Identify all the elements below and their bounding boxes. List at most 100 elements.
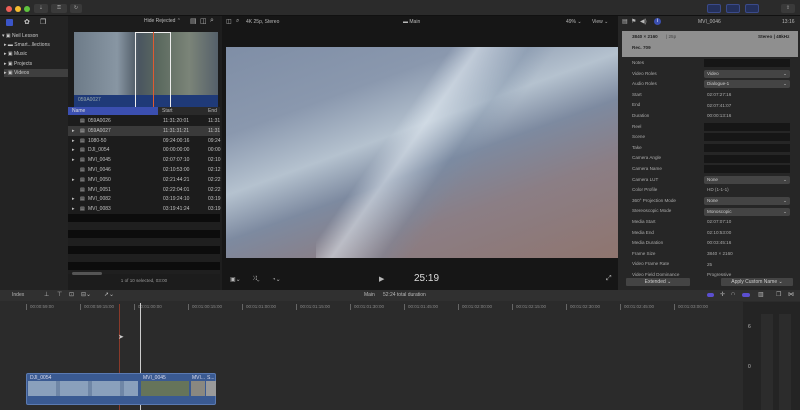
- clip-end: 03:19: [208, 196, 221, 203]
- crop-menu-icon[interactable]: ▣⌄: [230, 276, 241, 283]
- transform-menu-icon[interactable]: ⤨⌄: [252, 276, 260, 283]
- list-item[interactable]: ▸ ▤ MVI_0083 03:19:41:24 03:19: [68, 204, 221, 214]
- field-input[interactable]: [704, 154, 790, 163]
- effects-browser-icon[interactable]: ❐: [776, 291, 781, 298]
- column-end[interactable]: End: [208, 107, 217, 115]
- timeline-ruler[interactable]: 00:00:59:00 00:00:59:15:00 00:01:00:00 00:0…: [0, 290, 745, 314]
- column-start[interactable]: Start: [162, 107, 173, 115]
- close-button[interactable]: [6, 6, 12, 12]
- libraries-icon[interactable]: [6, 19, 13, 26]
- list-item[interactable]: ▸ ▤ 059A0027 11:31:31:21 11:31: [68, 125, 220, 136]
- list-item[interactable]: ▤ MVI_0051 02:22:04:01 02:22: [68, 185, 221, 195]
- clip-appearance-icon[interactable]: ▤: [190, 17, 197, 25]
- clip-start: 11:31:20:01: [163, 118, 190, 124]
- disclosure-triangle-icon[interactable]: ▸: [72, 136, 75, 146]
- show-timeline-button[interactable]: [726, 4, 740, 13]
- field-label: Video Frame Rate: [632, 261, 670, 267]
- column-name[interactable]: Name: [68, 107, 158, 115]
- primary-storyline[interactable]: DJI_0054 MVI_0045 MVI... S...: [26, 373, 216, 405]
- timeline-clip[interactable]: S...: [206, 374, 216, 406]
- item-label: Projects: [14, 61, 33, 67]
- list-item[interactable]: ▸ ▤ 1080-50 09:24:00:16 09:24: [68, 136, 221, 146]
- field-input[interactable]: [704, 133, 790, 142]
- chevron-down-icon: ⌄: [783, 176, 787, 182]
- key-icon[interactable]: ⚿: [51, 4, 67, 13]
- metadata-row: Camera Angle: [618, 153, 800, 164]
- timeline-clip[interactable]: DJI_0054: [27, 374, 139, 406]
- field-value-text: 00:00:13:16: [707, 113, 732, 119]
- clip-icon: ▤: [80, 186, 85, 193]
- info-inspector-tab[interactable]: i: [654, 18, 661, 25]
- clip-start: 02:22:04:01: [163, 186, 190, 193]
- show-browser-button[interactable]: [707, 4, 721, 13]
- list-item[interactable]: ▸ ▤ MVI_0050 02:21:44:21 02:22: [68, 175, 221, 185]
- disclosure-triangle-icon[interactable]: ▸: [72, 204, 75, 214]
- search-icon[interactable]: ⌕: [210, 17, 214, 25]
- sidebar-item-smart-collections[interactable]: ▸ ▬ Smart...llections: [4, 41, 68, 49]
- field-dropdown[interactable]: Video ⌄: [704, 69, 790, 78]
- metadata-row: Stereoscopic Mode Monoscopic ⌄: [618, 206, 800, 217]
- disclosure-triangle-icon[interactable]: ▸: [72, 145, 75, 155]
- info-flag-tab[interactable]: ⚑: [631, 18, 636, 25]
- sidebar-item-projects[interactable]: ▸ ▣ Projects: [4, 60, 68, 68]
- field-dropdown[interactable]: None ⌄: [704, 197, 790, 206]
- ruler-tick: 00:01:01:00:00: [242, 304, 276, 310]
- list-item[interactable]: ▤ 059A0026 11:31:20:01 11:31: [68, 116, 220, 126]
- filter-dropdown[interactable]: Hide Rejected ⌃: [144, 18, 181, 24]
- field-label: Media End: [632, 229, 654, 235]
- viewer-layout-icon[interactable]: ◫: [226, 18, 232, 25]
- apply-custom-name-button[interactable]: Apply Custom Name ⌄: [721, 278, 793, 286]
- share-icon[interactable]: ⇪: [781, 4, 795, 13]
- horizontal-scrollbar[interactable]: [72, 272, 102, 275]
- metadata-row: Frame Size 3840 × 2160: [618, 249, 800, 260]
- transitions-icon[interactable]: ⋈: [788, 291, 794, 298]
- show-inspector-button[interactable]: [745, 4, 759, 13]
- fullscreen-icon[interactable]: ⤢: [606, 275, 612, 283]
- disclosure-triangle-icon[interactable]: ▸: [72, 155, 75, 165]
- titles-icon[interactable]: ❐: [40, 19, 46, 26]
- speed-menu-icon[interactable]: ◔⌄: [272, 276, 281, 283]
- sidebar-item-music[interactable]: ▸ ▣ Music: [4, 50, 68, 58]
- frame-rate: | 25p: [666, 34, 677, 39]
- field-dropdown[interactable]: Dialogue-1 ⌄: [704, 80, 790, 89]
- download-icon[interactable]: ⇣: [34, 4, 48, 13]
- field-dropdown[interactable]: Monoscopic ⌄: [704, 207, 790, 216]
- zoom-dropdown[interactable]: 49% ⌄: [566, 19, 582, 25]
- metadata-view-dropdown[interactable]: Extended ⌄: [626, 278, 690, 286]
- clip-appearance-icon[interactable]: ▥: [758, 291, 764, 298]
- clip-start: 11:31:31:21: [163, 127, 190, 134]
- photos-icon[interactable]: ✿: [24, 19, 30, 26]
- minimize-button[interactable]: [15, 6, 21, 12]
- sync-icon[interactable]: ↻: [70, 4, 82, 13]
- inspector: ▤ ⚑ ◀) i MVI_0046 13:16 3840 × 2160 | 25…: [618, 16, 800, 290]
- ruler-tick: 00:00:59:00: [26, 304, 54, 310]
- video-frame[interactable]: [226, 47, 618, 258]
- disclosure-triangle-icon[interactable]: ▸: [72, 175, 75, 185]
- field-input[interactable]: [704, 122, 790, 131]
- viewer-search-icon[interactable]: ⌕: [236, 18, 239, 25]
- disclosure-triangle-icon[interactable]: ▸: [72, 126, 75, 136]
- chevron-down-icon: ⌄: [783, 70, 787, 76]
- view-menu[interactable]: View ⌄: [592, 19, 608, 25]
- list-item[interactable]: ▤ MVI_0046 02:10:53:00 02:12: [68, 165, 221, 175]
- filmstrip-icon[interactable]: ◫: [200, 17, 207, 25]
- ruler-tick: 00:01:02:30:00: [566, 304, 600, 310]
- library-item[interactable]: ▾ ▣ Neil Lesson: [2, 32, 66, 40]
- field-input[interactable]: [704, 144, 790, 153]
- video-inspector-tab[interactable]: ▤: [622, 18, 628, 25]
- list-item[interactable]: ▸ ▤ DJI_0054 00:00:00:00 00:00: [68, 145, 221, 155]
- play-button[interactable]: ▶: [379, 275, 384, 283]
- timeline-clip[interactable]: MVI_0045: [141, 374, 189, 406]
- field-label: Color Profile: [632, 187, 658, 193]
- field-input[interactable]: [704, 165, 790, 174]
- list-item[interactable]: ▸ ▤ MVI_0045 02:07:07:10 02:10: [68, 155, 221, 165]
- audio-inspector-tab[interactable]: ◀): [640, 18, 647, 25]
- sidebar-item-videos[interactable]: ▸ ▣ Videos: [4, 69, 68, 77]
- ruler-tick: 00:01:02:15:00: [512, 304, 546, 310]
- disclosure-triangle-icon[interactable]: ▸: [72, 194, 75, 204]
- field-input[interactable]: [704, 59, 790, 68]
- list-item[interactable]: ▸ ▤ MVI_0082 03:19:24:10 03:19: [68, 194, 221, 204]
- timeline-clip[interactable]: MVI...: [191, 374, 205, 406]
- zoom-button[interactable]: [24, 6, 30, 12]
- field-dropdown[interactable]: None ⌄: [704, 175, 790, 184]
